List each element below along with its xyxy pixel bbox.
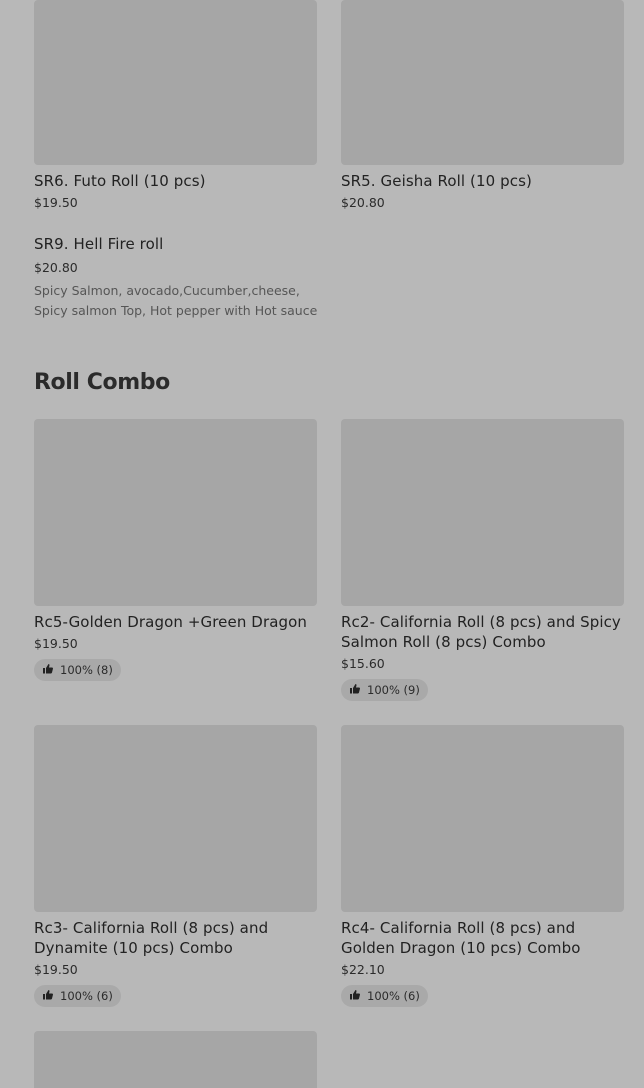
item-price: $19.50: [34, 636, 78, 651]
item-name: Rc3- California Roll (8 pcs) and Dynamit…: [34, 919, 269, 957]
rating-badge: 100% (9): [341, 679, 428, 701]
menu-item-card[interactable]: Rc2- California Roll (8 pcs) and Spicy S…: [341, 419, 625, 701]
rating-badge: 100% (8): [34, 659, 121, 681]
thumbs-up-icon: [349, 683, 361, 698]
item-image: [341, 0, 624, 165]
rating-text: 100% (8): [60, 663, 113, 677]
item-name: Rc2- California Roll (8 pcs) and Spicy S…: [341, 613, 621, 651]
menu-item-card[interactable]: SR9. Hell Fire roll $20.80 Spicy Salmon,…: [34, 231, 318, 321]
rating-text: 100% (9): [367, 683, 420, 697]
item-image: [34, 725, 317, 912]
item-image: [34, 419, 317, 606]
item-price: $20.80: [341, 195, 385, 210]
item-price: $22.10: [341, 962, 385, 977]
item-name: SR5. Geisha Roll (10 pcs): [341, 172, 532, 190]
item-price: $19.50: [34, 195, 78, 210]
item-name: Rc4- California Roll (8 pcs) and Golden …: [341, 919, 581, 957]
item-name: SR6. Futo Roll (10 pcs): [34, 172, 206, 190]
item-image: [341, 419, 624, 606]
item-image: [34, 0, 317, 165]
menu-item-card[interactable]: SR5. Geisha Roll (10 pcs) $20.80: [341, 0, 625, 212]
item-price: $20.80: [34, 260, 78, 275]
menu-item-card[interactable]: SR6. Futo Roll (10 pcs) $19.50: [34, 0, 318, 212]
thumbs-up-icon: [42, 989, 54, 1004]
rating-text: 100% (6): [60, 989, 113, 1003]
menu-item-card[interactable]: [34, 1031, 318, 1088]
menu-item-card[interactable]: Rc5-Golden Dragon +Green Dragon $19.50 1…: [34, 419, 318, 681]
rating-badge: 100% (6): [341, 985, 428, 1007]
rating-text: 100% (6): [367, 989, 420, 1003]
menu-item-card[interactable]: Rc4- California Roll (8 pcs) and Golden …: [341, 725, 625, 1007]
thumbs-up-icon: [349, 989, 361, 1004]
item-description: Spicy Salmon, avocado,Cucumber,cheese, S…: [34, 283, 318, 318]
menu-item-card[interactable]: Rc3- California Roll (8 pcs) and Dynamit…: [34, 725, 318, 1007]
rating-badge: 100% (6): [34, 985, 121, 1007]
item-price: $15.60: [341, 656, 385, 671]
item-price: $19.50: [34, 962, 78, 977]
item-image: [34, 1031, 317, 1088]
item-name: Rc5-Golden Dragon +Green Dragon: [34, 613, 308, 631]
item-name: SR9. Hell Fire roll: [34, 235, 164, 253]
item-image: [341, 725, 624, 912]
section-title: Roll Combo: [34, 370, 170, 395]
thumbs-up-icon: [42, 663, 54, 678]
